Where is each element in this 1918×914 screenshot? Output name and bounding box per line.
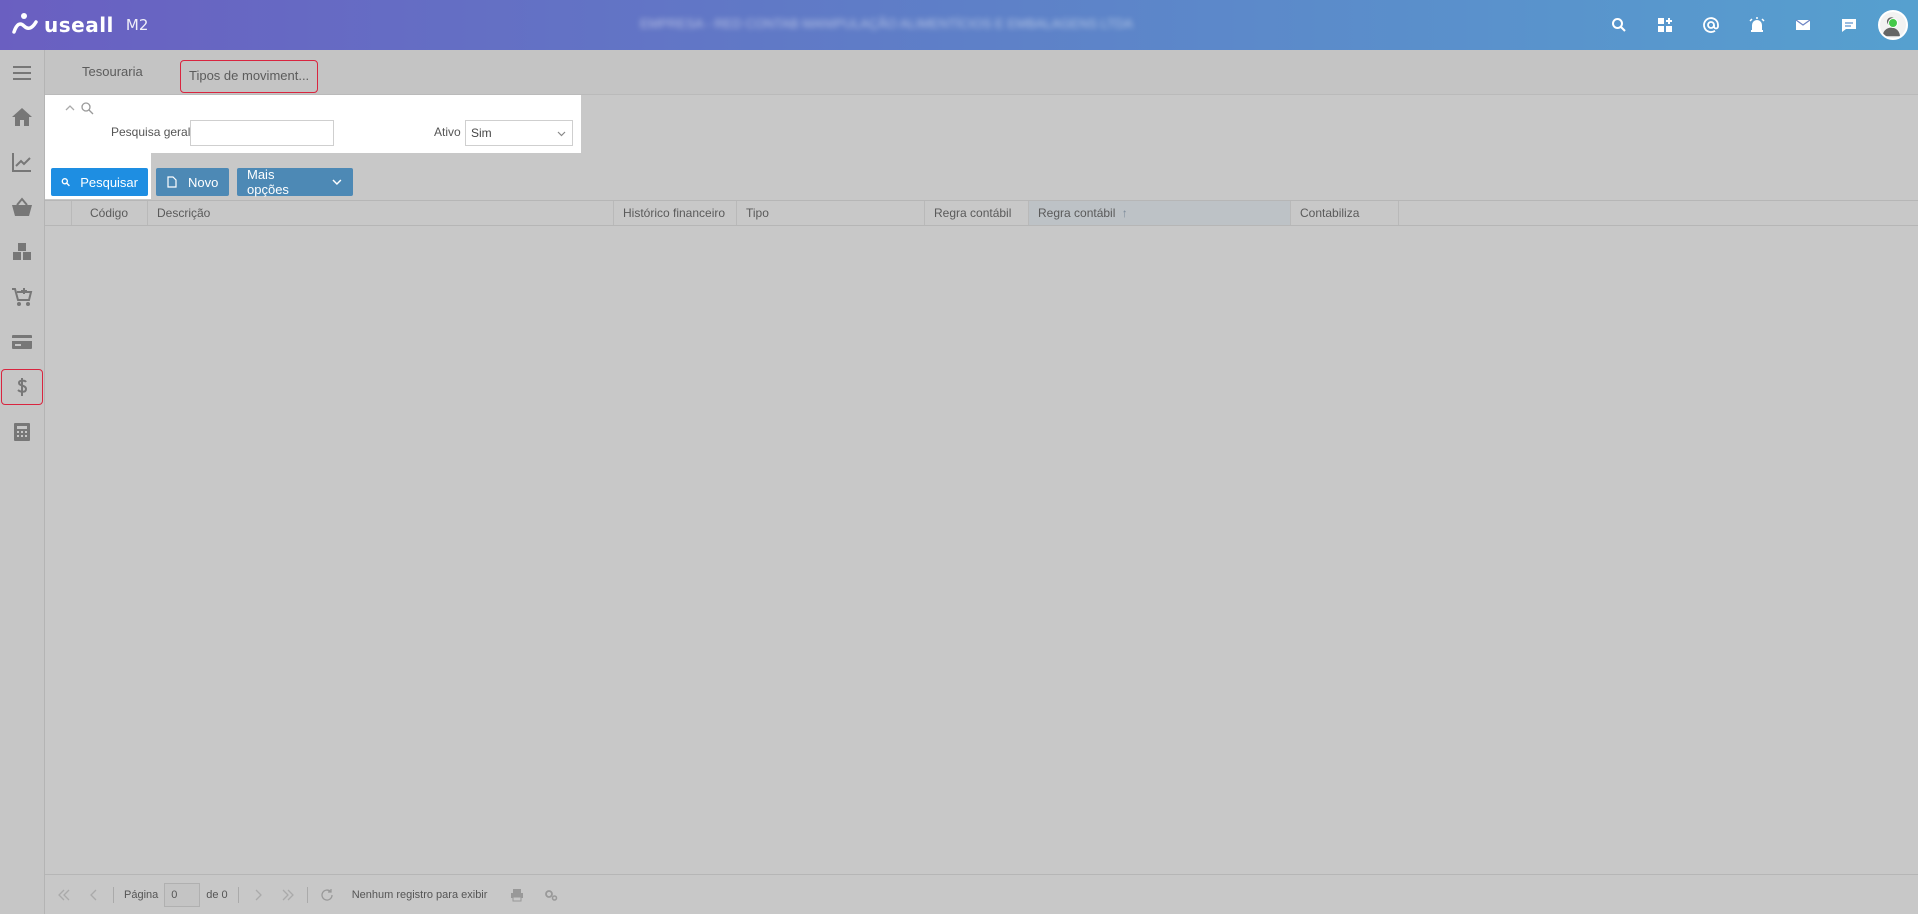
grid-select-column[interactable]: [45, 201, 72, 225]
search-icon[interactable]: [80, 101, 94, 115]
page-number-input[interactable]: 0: [164, 882, 201, 907]
top-bar: useall M2 EMPRESA - RED CONTAB MANIPULAÇ…: [0, 0, 1918, 50]
chevron-down-icon: [557, 131, 566, 137]
calculator-icon: [14, 423, 30, 441]
search-button[interactable]: Pesquisar: [51, 168, 148, 196]
card-icon: [12, 335, 32, 349]
document-icon: [167, 176, 177, 188]
sidebar: [0, 50, 45, 914]
boxes-icon: [13, 243, 31, 260]
print-icon[interactable]: [502, 875, 532, 914]
column-regra-contabil-sorted-label: Regra contábil: [1038, 206, 1116, 220]
sidebar-item-basket[interactable]: [0, 189, 44, 225]
grid-add-icon[interactable]: [1642, 0, 1688, 50]
column-historico-financeiro[interactable]: Histórico financeiro: [614, 201, 737, 225]
sidebar-item-purchases[interactable]: [0, 279, 44, 315]
column-regra-contabil[interactable]: Regra contábil: [925, 201, 1029, 225]
menu-icon: [13, 66, 31, 80]
top-icons: [1596, 0, 1918, 50]
sidebar-item-charts[interactable]: [0, 144, 44, 180]
sidebar-item-treasury[interactable]: [1, 369, 43, 405]
search-button-label: Pesquisar: [80, 174, 138, 190]
active-select[interactable]: Sim: [465, 120, 573, 146]
general-search-label: Pesquisa geral: [111, 125, 191, 139]
alarm-icon[interactable]: [1734, 0, 1780, 50]
column-codigo[interactable]: Código: [72, 201, 148, 225]
pagination-status: Nenhum registro para exibir: [351, 888, 488, 901]
menu-toggle-button[interactable]: [0, 55, 44, 91]
separator: [113, 886, 114, 903]
column-descricao[interactable]: Descrição: [148, 201, 614, 225]
chevron-down-icon: [332, 179, 342, 186]
app-logo[interactable]: useall M2: [12, 11, 148, 39]
chevron-up-icon[interactable]: [63, 101, 77, 115]
new-button-label: Novo: [188, 174, 219, 190]
pagination-bar: Página 0 de 0 Nenhum registro para exibi…: [45, 874, 1918, 914]
sidebar-item-accounting[interactable]: [0, 414, 44, 450]
tab-tesouraria[interactable]: Tesouraria: [74, 61, 151, 85]
at-icon[interactable]: [1688, 0, 1734, 50]
online-status-dot: [1888, 18, 1898, 28]
active-label: Ativo: [434, 125, 461, 139]
basket-icon: [12, 197, 32, 216]
general-search-input[interactable]: [190, 120, 334, 146]
separator: [306, 886, 308, 903]
refresh-icon[interactable]: [312, 875, 342, 914]
next-page-icon[interactable]: [243, 875, 273, 914]
more-options-label: Mais opções: [247, 167, 289, 197]
settings-icon[interactable]: [536, 875, 566, 914]
tab-bar: Tesouraria Tipos de moviment...: [45, 50, 1918, 95]
sidebar-item-home[interactable]: [0, 99, 44, 135]
first-page-icon[interactable]: [49, 875, 79, 914]
separator: [237, 886, 239, 903]
column-tipo[interactable]: Tipo: [737, 201, 925, 225]
sidebar-item-stock[interactable]: [0, 234, 44, 270]
dollar-icon: [17, 378, 28, 396]
search-icon[interactable]: [1596, 0, 1642, 50]
active-select-value: Sim: [471, 126, 492, 140]
previous-page-icon[interactable]: [79, 875, 109, 914]
filter-panel: Pesquisa geral Ativo Sim: [45, 95, 581, 153]
filter-tools: [63, 101, 94, 115]
chat-icon[interactable]: [1826, 0, 1872, 50]
company-name: EMPRESA - RED CONTAB MANIPULAÇÃO ALIMENT…: [640, 16, 1133, 31]
sort-ascending-icon: ↑: [1121, 206, 1128, 220]
column-regra-contabil-sorted[interactable]: Regra contábil ↑: [1029, 201, 1291, 225]
new-button[interactable]: Novo: [156, 168, 229, 196]
home-icon: [12, 108, 32, 126]
sidebar-item-finance[interactable]: [0, 324, 44, 360]
logo-version: M2: [125, 16, 149, 34]
column-contabiliza[interactable]: Contabiliza: [1291, 201, 1399, 225]
grid-header: Código Descrição Histórico financeiro Ti…: [45, 200, 1918, 226]
last-page-icon[interactable]: [273, 875, 303, 914]
logo-mark-icon: [12, 13, 38, 34]
chart-icon: [12, 153, 31, 172]
page-total: de 0: [206, 888, 228, 901]
avatar[interactable]: [1878, 10, 1908, 40]
more-options-button[interactable]: Mais opções: [237, 167, 353, 197]
cart-add-icon: [12, 288, 33, 306]
logo-text: useall: [44, 13, 114, 37]
search-icon: [61, 178, 70, 187]
tab-tipos-de-movimento[interactable]: Tipos de moviment...: [180, 60, 319, 93]
mail-icon[interactable]: [1780, 0, 1826, 50]
page-label: Página: [124, 888, 159, 901]
